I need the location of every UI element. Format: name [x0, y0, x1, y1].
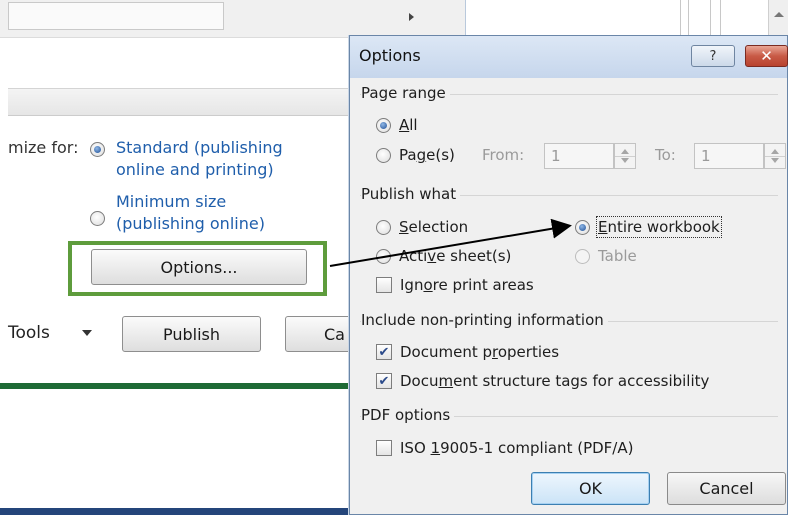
arrow-annotation-icon [329, 218, 572, 267]
